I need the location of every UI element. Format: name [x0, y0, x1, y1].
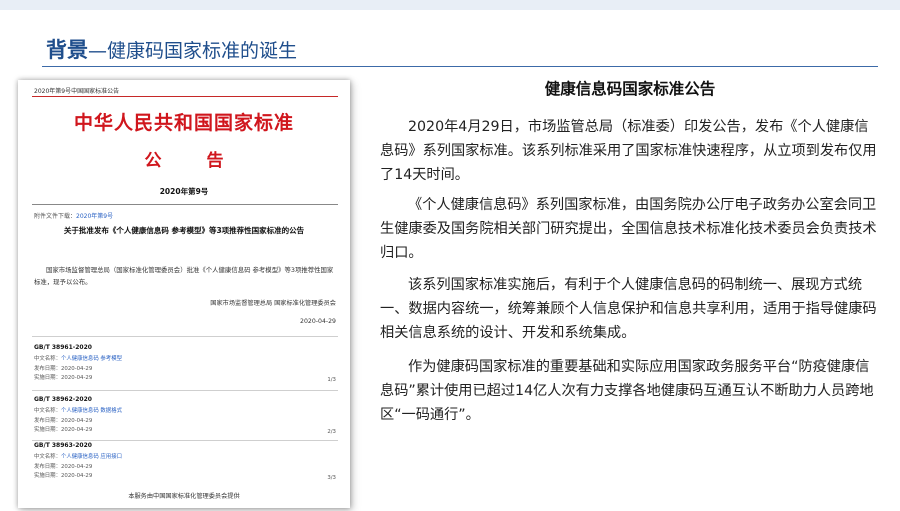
standard-impl-row: 实施日期：2020-04-29	[34, 471, 336, 481]
standard-impl-label: 实施日期：	[34, 375, 61, 381]
doc-issue-label: 2020年第9号中国国家标准公告	[34, 88, 120, 95]
standard-impl-row: 实施日期：2020-04-29	[34, 425, 336, 435]
standard-name-row: 中文名称：个人健康信息码 应用接口	[34, 452, 336, 462]
panel-title: 健康信息码国家标准公告	[544, 80, 716, 98]
doc-separator	[32, 440, 338, 441]
doc-issuer: 国家市场监督管理总局 国家标准化管理委员会	[210, 300, 336, 307]
standard-pub-row: 发布日期：2020-04-29	[34, 462, 336, 472]
announcement-document-image: 2020年第9号中国国家标准公告 中华人民共和国国家标准 公 告 2020年第9…	[18, 80, 350, 508]
standard-entry: GB/T 38963-2020 中文名称：个人健康信息码 应用接口 发布日期：2…	[34, 442, 336, 481]
panel-paragraph: 作为健康码国家标准的重要基础和实际应用国家政务服务平台“防疫健康信息码”累计使用…	[380, 359, 874, 423]
standard-name-label: 中文名称：	[34, 356, 61, 362]
doc-notice-title: 关于批准发布《个人健康信息码 参考模型》等3项推荐性国家标准的公告	[63, 226, 305, 235]
doc-date: 2020-04-29	[300, 318, 336, 325]
standard-pub-row: 发布日期：2020-04-29	[34, 416, 336, 426]
standard-entry: GB/T 38961-2020 中文名称：个人健康信息码 参考模型 发布日期：2…	[34, 344, 336, 383]
standard-name-label: 中文名称：	[34, 454, 61, 460]
panel-paragraph: 《个人健康信息码》系列国家标准，由国务院办公厅电子政务办公室会同卫生健康委及国务…	[380, 197, 877, 261]
title-divider	[42, 66, 878, 67]
standard-page: 2/3	[327, 428, 336, 435]
doc-footer: 本服务由中国国家标准化管理委员会提供	[128, 493, 240, 500]
doc-red-rule	[32, 96, 338, 97]
standard-entry: GB/T 38962-2020 中文名称：个人健康信息码 数据格式 发布日期：2…	[34, 396, 336, 435]
standard-name-label: 中文名称：	[34, 408, 61, 414]
standard-impl-date: 2020-04-29	[60, 473, 93, 479]
doc-attachment-label: 附件文件下载：	[34, 213, 77, 220]
doc-attachment: 附件文件下载：2020年第9号	[34, 211, 113, 220]
panel-paragraph: 该系列国家标准实施后，有利于个人健康信息码的码制统一、展现方式统一、数据内容统一…	[380, 277, 877, 341]
top-accent-bar	[0, 0, 900, 10]
standard-code: GB/T 38961-2020	[34, 344, 92, 351]
standard-name-link[interactable]: 个人健康信息码 应用接口	[61, 454, 122, 460]
slide-title: 背景—健康码国家标准的诞生	[46, 34, 297, 64]
standard-name-row: 中文名称：个人健康信息码 参考模型	[34, 354, 336, 364]
standard-pub-label: 发布日期：	[34, 365, 61, 372]
standard-name-row: 中文名称：个人健康信息码 数据格式	[34, 406, 336, 416]
standard-pub-row: 发布日期：2020-04-29	[34, 364, 336, 374]
standard-impl-date: 2020-04-29	[60, 427, 93, 433]
doc-gray-rule	[32, 204, 338, 205]
standard-code: GB/T 38962-2020	[34, 396, 92, 403]
standard-impl-row: 实施日期：2020-04-29	[34, 373, 336, 383]
doc-subheading: 公 告	[144, 151, 238, 171]
standard-impl-label: 实施日期：	[34, 473, 61, 479]
standard-pub-label: 发布日期：	[34, 417, 61, 424]
doc-notice-body: 国家市场监督管理总局（国家标准化管理委员会）批准《个人健康信息码 参考模型》等3…	[34, 266, 334, 286]
doc-attachment-link[interactable]: 2020年第9号	[76, 213, 113, 220]
doc-separator	[32, 390, 338, 391]
standard-pub-date: 2020-04-29	[60, 463, 93, 470]
doc-separator	[32, 336, 338, 337]
standard-code: GB/T 38963-2020	[34, 442, 92, 449]
doc-number: 2020年第9号	[159, 187, 209, 196]
standard-impl-date: 2020-04-29	[60, 375, 93, 381]
panel-paragraph: 2020年4月29日，市场监管总局（标准委）印发公告，发布《个人健康信息码》系列…	[380, 119, 877, 183]
standard-page: 3/3	[327, 474, 336, 481]
slide-title-lead: 背景	[46, 38, 88, 62]
standard-name-link[interactable]: 个人健康信息码 数据格式	[61, 408, 122, 414]
standard-name-link[interactable]: 个人健康信息码 参考模型	[61, 356, 122, 362]
standard-pub-label: 发布日期：	[34, 463, 61, 470]
standard-pub-date: 2020-04-29	[60, 365, 93, 372]
standard-impl-label: 实施日期：	[34, 427, 61, 433]
standard-page: 1/3	[327, 376, 336, 383]
slide-title-rest: —健康码国家标准的诞生	[88, 40, 298, 62]
doc-heading: 中华人民共和国国家标准	[73, 112, 294, 134]
standard-pub-date: 2020-04-29	[60, 417, 93, 424]
